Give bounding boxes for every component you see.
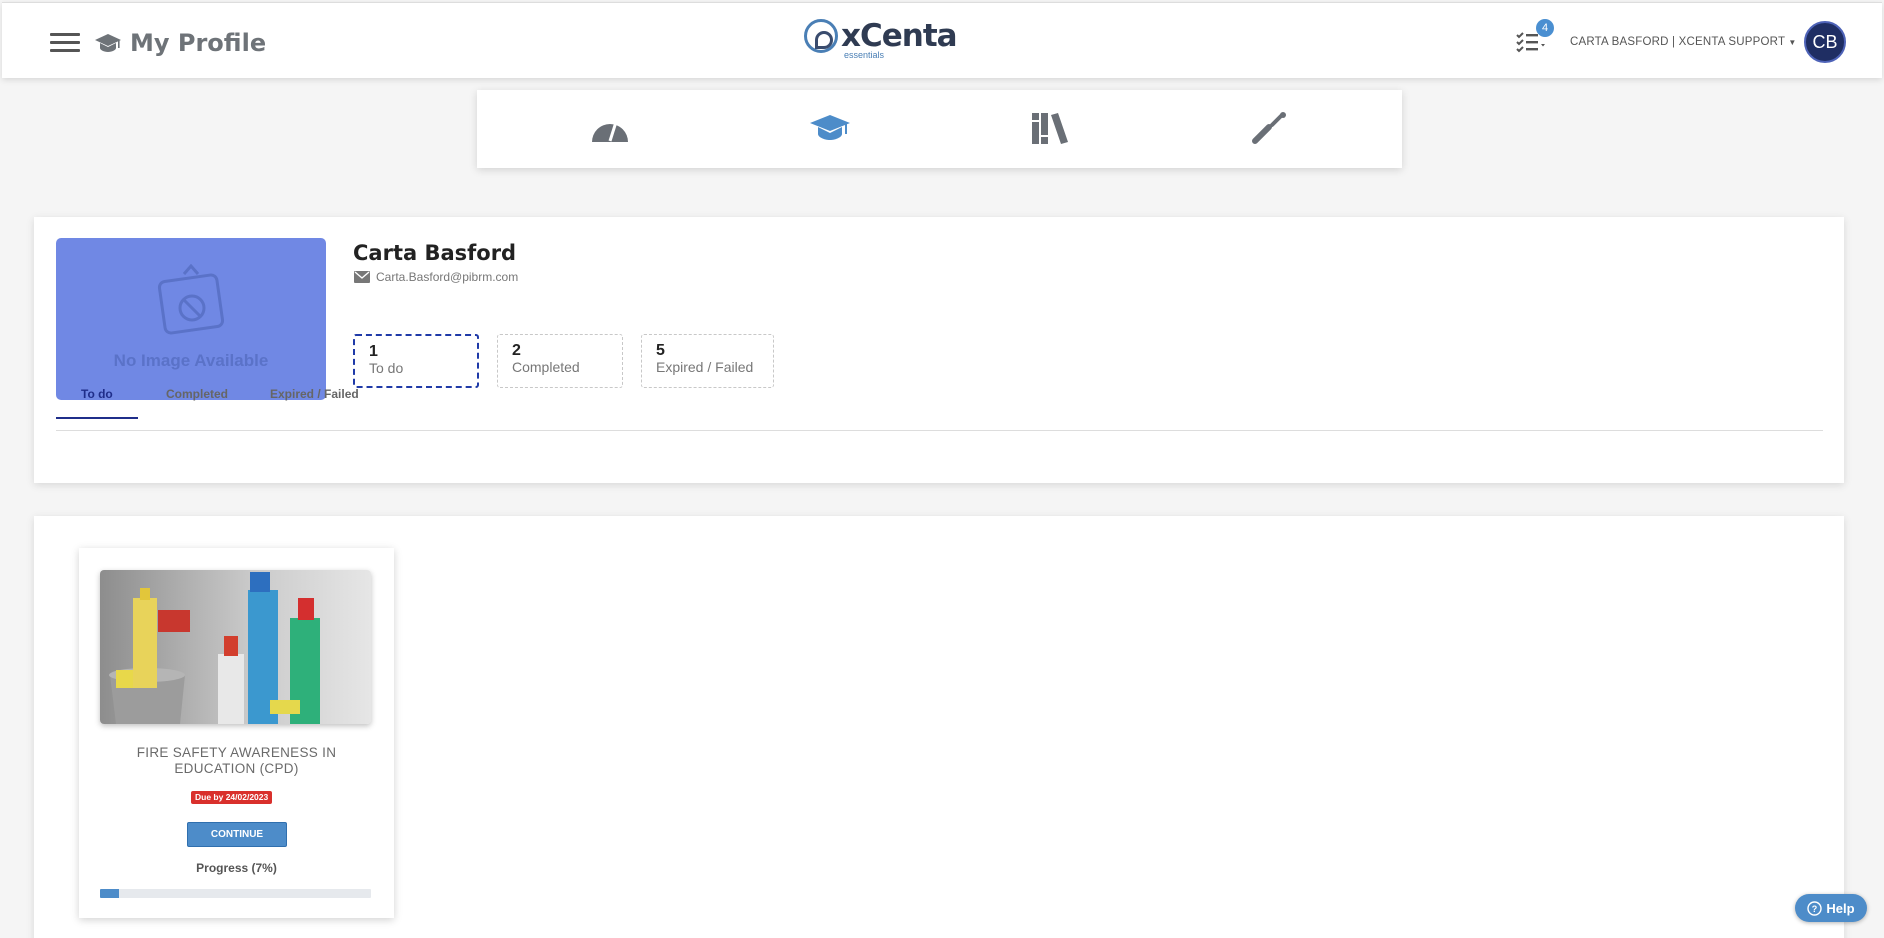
profile-tabs: To do Completed Expired / Failed [56, 381, 1823, 431]
caret-down-icon: ▼ [1788, 38, 1797, 47]
help-button[interactable]: ? Help [1795, 894, 1867, 922]
xcenta-logo[interactable]: xCenta essentials [804, 17, 958, 59]
course-card[interactable]: FIRE SAFETY AWARENESS IN EDUCATION (CPD)… [79, 548, 394, 918]
stat-todo-label: To do [369, 360, 404, 376]
email-row: Carta.Basford@pibrm.com [354, 270, 518, 284]
stat-completed-label: Completed [512, 359, 580, 375]
section-icon-nav [477, 90, 1402, 168]
user-label: CARTA BASFORD | XCENTA SUPPORT [1570, 36, 1785, 48]
tab-expired-failed[interactable]: Expired / Failed [245, 387, 384, 417]
avatar[interactable]: CB [1804, 21, 1846, 63]
continue-button[interactable]: CONTINUE [187, 822, 287, 847]
top-header: My Profile xCenta essentials 4 CARTA BAS… [2, 2, 1882, 78]
tasks-button[interactable]: 4 [1516, 19, 1554, 55]
due-date-badge: Due by 24/02/2023 [191, 791, 273, 804]
dashboard-icon[interactable] [587, 108, 633, 148]
profile-card: No Image Available Carta Basford Carta.B… [34, 217, 1844, 483]
stat-todo-count: 1 [369, 343, 378, 360]
question-circle-icon: ? [1807, 900, 1823, 916]
logo-mark-icon [804, 19, 838, 53]
course-image[interactable] [100, 570, 371, 724]
no-image-text: No Image Available [113, 351, 269, 370]
stat-completed[interactable]: 2 Completed [497, 334, 623, 388]
stat-completed-count: 2 [512, 342, 521, 359]
stat-expired[interactable]: 5 Expired / Failed [641, 334, 774, 388]
progress-label: Progress (7%) [196, 861, 277, 875]
help-label: Help [1826, 900, 1855, 916]
tab-completed[interactable]: Completed [141, 387, 253, 417]
page-title-group: My Profile [94, 29, 266, 57]
courses-panel: FIRE SAFETY AWARENESS IN EDUCATION (CPD)… [34, 516, 1844, 938]
course-title[interactable]: FIRE SAFETY AWARENESS IN EDUCATION (CPD) [99, 745, 374, 777]
user-menu[interactable]: CARTA BASFORD | XCENTA SUPPORT ▼ [1570, 36, 1797, 48]
stat-expired-count: 5 [656, 342, 665, 359]
progress-bar [100, 889, 371, 898]
graduation-cap-icon[interactable] [807, 108, 853, 148]
profile-image-placeholder: No Image Available [56, 238, 326, 400]
page-title: My Profile [130, 29, 267, 57]
svg-text:?: ? [1812, 904, 1818, 914]
menu-icon[interactable] [50, 33, 80, 53]
tab-todo[interactable]: To do [56, 387, 138, 419]
stat-todo[interactable]: 1 To do [353, 334, 479, 388]
graduation-cap-icon [95, 34, 121, 52]
tools-icon[interactable] [1247, 108, 1293, 148]
tasks-count-badge: 4 [1536, 19, 1554, 37]
library-icon[interactable] [1027, 108, 1073, 148]
no-image-icon [157, 264, 225, 335]
logo-text: xCenta [841, 17, 958, 54]
profile-name: Carta Basford [353, 241, 517, 265]
logo-subtext: essentials [844, 49, 885, 60]
email-text: Carta.Basford@pibrm.com [376, 270, 519, 284]
stat-expired-label: Expired / Failed [656, 359, 754, 375]
envelope-icon [354, 271, 370, 283]
progress-bar-fill [100, 889, 119, 898]
